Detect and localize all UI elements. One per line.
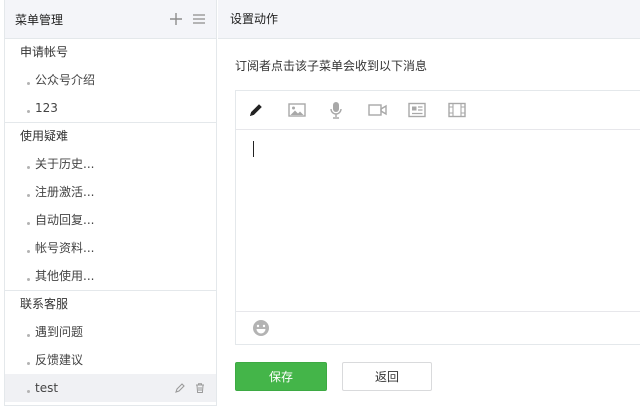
sub-menu-label: 帐号资料... xyxy=(35,241,95,255)
bullet-dot xyxy=(27,277,30,281)
sub-menu-item[interactable]: 123 xyxy=(5,94,216,122)
sub-menu-label: 关于历史... xyxy=(35,157,95,171)
news-icon[interactable] xyxy=(408,98,448,122)
message-editor xyxy=(235,90,640,345)
bullet-dot xyxy=(27,221,30,225)
menu-panel-title: 菜单管理 xyxy=(15,12,64,27)
menu-group: 使用疑难 关于历史... 注册激活... 自动回复... 帐号资料... 其他使… xyxy=(5,123,216,291)
image-icon[interactable] xyxy=(288,98,328,122)
menu-group-title[interactable]: 使用疑难 xyxy=(5,123,216,150)
message-input[interactable] xyxy=(236,130,640,312)
bullet-dot xyxy=(27,165,30,169)
video-icon[interactable] xyxy=(368,98,408,122)
bullet-dot xyxy=(27,333,30,337)
item-actions xyxy=(174,382,206,394)
menu-panel-header: 菜单管理 xyxy=(5,0,216,39)
editor-toolbar xyxy=(236,91,640,130)
sub-menu-item[interactable]: 遇到问题 xyxy=(5,318,216,346)
sub-menu-label: 123 xyxy=(35,101,58,115)
menu-panel: 菜单管理 申请帐号 公众号介绍 123 使用疑难 关于历史... 注册激活... xyxy=(4,0,217,406)
trash-icon[interactable] xyxy=(194,382,206,394)
sub-menu-item[interactable]: 自动回复... xyxy=(5,206,216,234)
pencil-icon[interactable] xyxy=(248,98,288,122)
sub-menu-label: 自动回复... xyxy=(35,213,95,227)
sub-menu-item[interactable]: 帐号资料... xyxy=(5,234,216,262)
sub-menu-item-active[interactable]: test xyxy=(5,374,216,402)
bullet-dot xyxy=(27,81,30,85)
text-cursor xyxy=(253,141,254,157)
list-icon[interactable] xyxy=(190,10,208,28)
sub-menu-label: 公众号介绍 xyxy=(35,73,96,87)
action-panel-title: 设置动作 xyxy=(218,0,640,39)
menu-group-title[interactable]: 联系客服 xyxy=(5,291,216,318)
save-button[interactable]: 保存 xyxy=(235,362,327,391)
sub-menu-item[interactable]: 注册激活... xyxy=(5,178,216,206)
sub-menu-label: 注册激活... xyxy=(35,185,95,199)
sub-menu-item[interactable]: 公众号介绍 xyxy=(5,66,216,94)
sub-menu-item[interactable]: 其他使用... xyxy=(5,262,216,290)
plus-icon[interactable] xyxy=(167,10,185,28)
bullet-dot xyxy=(27,249,30,253)
bullet-dot xyxy=(27,361,30,365)
sub-menu-label: 反馈建议 xyxy=(35,353,84,367)
menu-group-title[interactable]: 申请帐号 xyxy=(5,39,216,66)
bullet-dot xyxy=(27,109,30,113)
microphone-icon[interactable] xyxy=(328,98,368,122)
film-icon[interactable] xyxy=(448,98,488,122)
bullet-dot xyxy=(27,193,30,197)
back-button[interactable]: 返回 xyxy=(342,362,432,391)
pencil-icon[interactable] xyxy=(174,382,186,394)
action-panel: 设置动作 订阅者点击该子菜单会收到以下消息 保存 返回 xyxy=(218,0,640,406)
sub-menu-label: 其他使用... xyxy=(35,269,95,283)
sub-menu-label: 遇到问题 xyxy=(35,325,84,339)
bullet-dot xyxy=(27,389,30,393)
smiley-icon[interactable] xyxy=(252,319,270,341)
action-description: 订阅者点击该子菜单会收到以下消息 xyxy=(235,59,428,73)
menu-group: 联系客服 遇到问题 反馈建议 test xyxy=(5,291,216,402)
editor-footer xyxy=(236,311,640,344)
sub-menu-item[interactable]: 关于历史... xyxy=(5,150,216,178)
menu-group: 申请帐号 公众号介绍 123 xyxy=(5,39,216,123)
sub-menu-label: test xyxy=(35,381,59,395)
sub-menu-item[interactable]: 反馈建议 xyxy=(5,346,216,374)
